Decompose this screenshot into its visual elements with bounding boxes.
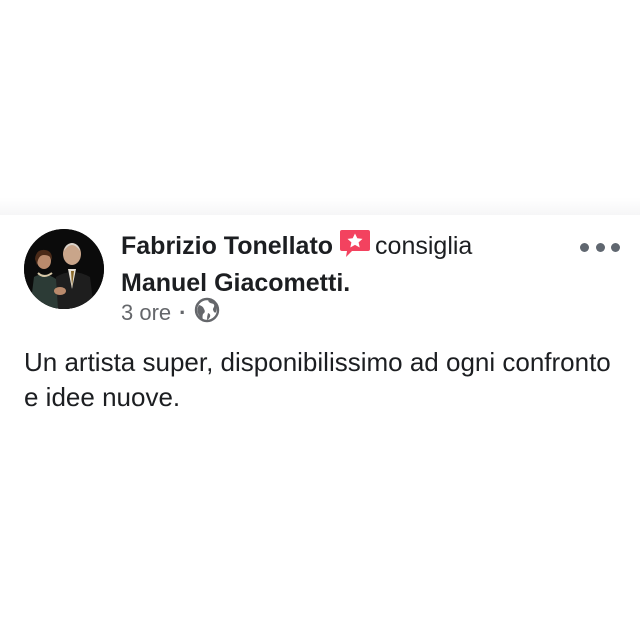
globe-icon[interactable] <box>194 297 220 329</box>
more-horizontal-icon <box>580 242 589 252</box>
more-options-button[interactable] <box>580 235 620 259</box>
post-meta: 3 ore · <box>121 297 220 329</box>
recommended-page-name[interactable]: Manuel Giacometti. <box>121 269 350 297</box>
more-dot <box>595 242 605 252</box>
action-text: consiglia <box>375 232 473 260</box>
recommendation-star-icon <box>339 229 371 267</box>
timestamp[interactable]: 3 ore <box>121 300 171 326</box>
meta-separator: · <box>179 300 187 325</box>
background-area <box>0 0 640 215</box>
more-dot <box>611 242 620 252</box>
post-text: Un artista super, disponibilissimo ad og… <box>24 347 611 412</box>
avatar-photo <box>24 229 104 309</box>
author-name[interactable]: Fabrizio Tonellato <box>121 232 333 260</box>
author-avatar[interactable] <box>24 229 104 309</box>
post-header: Fabrizio Tonellato consiglia Manuel Giac… <box>121 229 561 299</box>
recommendation-post: Fabrizio Tonellato consiglia Manuel Giac… <box>0 215 640 640</box>
